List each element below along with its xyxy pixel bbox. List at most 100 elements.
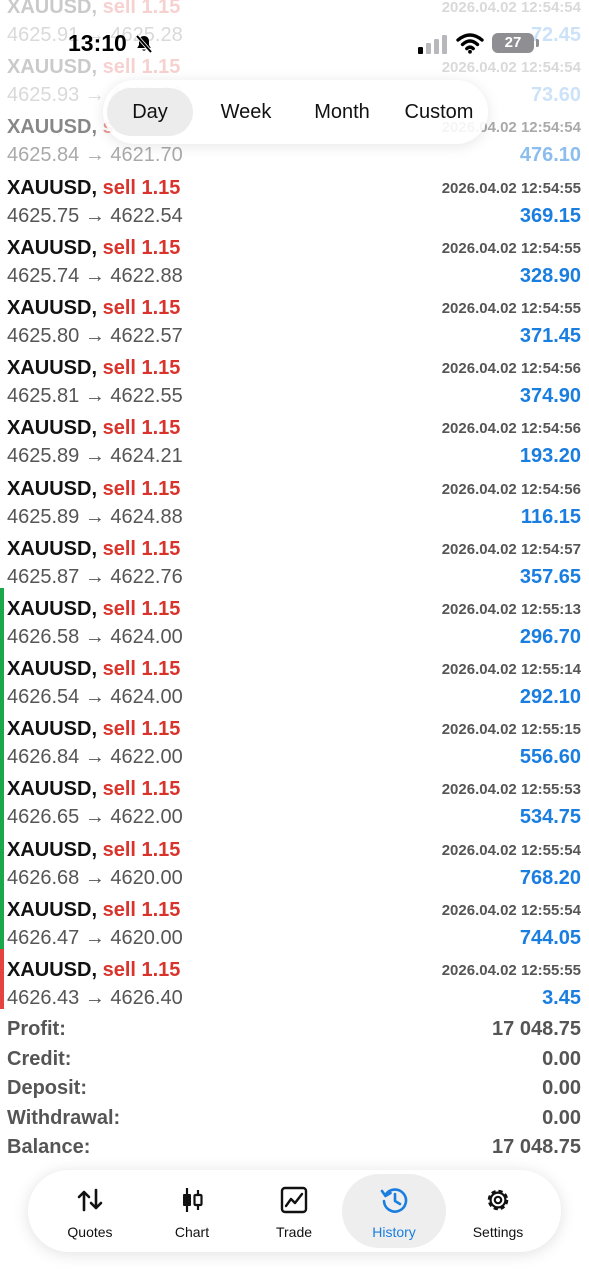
deal-symbol: XAUUSD, <box>7 116 98 139</box>
deal-status-marker <box>0 468 4 528</box>
cellular-signal-icon <box>418 35 447 54</box>
deal-time: 2026.04.02 12:54:56 <box>441 360 581 378</box>
deal-symbol: XAUUSD, <box>7 838 98 861</box>
candlestick-icon <box>183 1188 203 1212</box>
deal-prices: 4626.47 → 4620.00 <box>7 926 183 949</box>
deal-time: 2026.04.02 12:54:57 <box>441 540 581 558</box>
summary-balance-value: 17 048.75 <box>492 1136 581 1159</box>
deal-prices: 4626.68 → 4620.00 <box>7 866 183 889</box>
deal-row[interactable]: XAUUSD, sell 1.15 4626.47 → 4620.00 2026… <box>0 888 589 949</box>
deal-row[interactable]: XAUUSD, sell 1.15 4625.87 → 4622.76 2026… <box>0 528 589 588</box>
summary-withdrawal-value: 0.00 <box>542 1106 581 1129</box>
bell-muted-icon <box>135 34 153 54</box>
deal-side-volume: sell 1.15 <box>102 778 181 801</box>
deal-side-volume: sell 1.15 <box>102 718 181 741</box>
deal-row[interactable]: XAUUSD, sell 1.15 4625.81 → 4622.55 2026… <box>0 347 589 407</box>
deal-row[interactable]: XAUUSD, sell 1.15 4626.58 → 4624.00 2026… <box>0 587 589 649</box>
deal-row[interactable]: XAUUSD, sell 1.15 4626.65 → 4622.00 2026… <box>0 768 589 829</box>
summary-balance: Balance: 17 048.75 <box>0 1134 589 1164</box>
period-week[interactable]: Week <box>199 88 293 136</box>
deal-status-marker <box>0 888 4 949</box>
deal-time: 2026.04.02 12:55:55 <box>441 962 581 979</box>
deal-side-volume: sell 1.15 <box>102 296 181 319</box>
deal-side-volume: sell 1.15 <box>102 838 181 861</box>
tab-trade[interactable]: Trade <box>242 1174 346 1248</box>
summary-deposit-label: Deposit: <box>7 1077 87 1100</box>
summary-profit: Profit: 17 048.75 <box>0 1016 589 1046</box>
deal-status-marker <box>0 708 4 769</box>
deal-symbol: XAUUSD, <box>7 778 98 801</box>
deal-time: 2026.04.02 12:54:55 <box>441 239 581 257</box>
deal-row[interactable]: XAUUSD, sell 1.15 4626.68 → 4620.00 2026… <box>0 828 589 889</box>
tab-chart[interactable]: Chart <box>140 1174 244 1248</box>
deal-status-marker <box>0 227 4 287</box>
battery-cap <box>536 39 539 47</box>
tab-settings[interactable]: Settings <box>446 1174 550 1248</box>
deal-time: 2026.04.02 12:54:56 <box>441 420 581 438</box>
deal-row[interactable]: XAUUSD, sell 1.15 4626.54 → 4624.00 2026… <box>0 648 589 709</box>
battery-icon: 27 <box>492 33 534 53</box>
deal-time: 2026.04.02 12:54:55 <box>441 179 581 197</box>
deal-row[interactable]: XAUUSD, sell 1.15 4626.43 → 4626.40 2026… <box>0 949 589 1010</box>
deal-prices: 4625.89 → 4624.21 <box>7 445 183 468</box>
deal-time: 2026.04.02 12:55:54 <box>441 841 581 859</box>
deal-row[interactable]: XAUUSD, sell 1.15 4625.80 → 4622.57 2026… <box>0 287 589 347</box>
deal-profit: 744.05 <box>519 926 581 949</box>
deal-row[interactable]: XAUUSD, sell 1.15 4625.89 → 4624.88 2026… <box>0 468 589 528</box>
tab-label: Quotes <box>67 1224 113 1240</box>
deal-profit: 371.45 <box>519 324 581 347</box>
summary-deposit-value: 0.00 <box>542 1077 581 1100</box>
deal-status-marker <box>0 106 4 166</box>
deal-profit: 374.90 <box>519 385 581 408</box>
deals-list[interactable]: XAUUSD, sell 1.15 4625.91 → 4625.28 2026… <box>0 0 589 1010</box>
period-custom[interactable]: Custom <box>391 88 487 136</box>
deal-symbol: XAUUSD, <box>7 718 98 741</box>
summary-profit-label: Profit: <box>7 1018 66 1040</box>
period-day[interactable]: Day <box>107 88 193 136</box>
deal-status-marker <box>0 587 4 649</box>
tab-history[interactable]: History <box>342 1174 446 1248</box>
deal-profit: 357.65 <box>519 565 581 588</box>
period-month[interactable]: Month <box>295 88 389 136</box>
deal-side-volume: sell 1.15 <box>102 537 181 560</box>
gear-icon <box>487 1189 509 1211</box>
deal-profit: 369.15 <box>519 204 581 227</box>
period-selector[interactable]: Day Week Month Custom <box>103 80 488 144</box>
deal-prices: 4626.54 → 4624.00 <box>7 686 183 709</box>
deal-prices: 4625.89 → 4624.88 <box>7 505 183 528</box>
tab-label: Chart <box>174 1224 210 1240</box>
deal-profit: 328.90 <box>519 264 581 287</box>
deal-side-volume: sell 1.15 <box>102 357 181 380</box>
deal-row[interactable]: XAUUSD, sell 1.15 4625.75 → 4622.54 2026… <box>0 167 589 227</box>
deal-profit: 768.20 <box>519 866 581 889</box>
deal-status-marker <box>0 828 4 889</box>
deal-row[interactable]: XAUUSD, sell 1.15 4625.89 → 4624.21 2026… <box>0 407 589 467</box>
deal-side-volume: sell 1.15 <box>102 898 181 921</box>
summary-withdrawal: Withdrawal: 0.00 <box>0 1105 589 1135</box>
deal-time: 2026.04.02 12:55:15 <box>441 721 581 739</box>
deal-prices: 4626.58 → 4624.00 <box>7 625 183 648</box>
tab-label: Trade <box>275 1224 313 1240</box>
deal-prices: 4625.75 → 4622.54 <box>7 204 183 227</box>
tab-quotes[interactable]: Quotes <box>38 1174 142 1248</box>
deal-symbol: XAUUSD, <box>7 417 98 440</box>
account-summary: Profit: 17 048.75 Credit: 0.00 Deposit: 0.00 W… <box>0 1016 589 1164</box>
deal-status-marker <box>0 768 4 829</box>
deal-status-marker <box>0 648 4 709</box>
deal-symbol: XAUUSD, <box>7 176 98 199</box>
summary-credit: Credit: 0.00 <box>0 1046 589 1076</box>
deal-row[interactable]: XAUUSD, sell 1.15 4625.74 → 4622.88 2026… <box>0 227 589 287</box>
deal-profit: 534.75 <box>519 806 581 829</box>
deal-time: 2026.04.02 12:55:53 <box>441 781 581 799</box>
deal-row[interactable]: XAUUSD, sell 1.15 4626.84 → 4622.00 2026… <box>0 708 589 769</box>
summary-balance-label: Balance: <box>7 1136 91 1159</box>
status-bar: 13:10 27 <box>0 28 589 62</box>
deal-symbol: XAUUSD, <box>7 477 98 500</box>
deal-status-marker <box>0 287 4 347</box>
trade-chart-icon <box>280 1186 308 1214</box>
deal-side-volume: sell 1.15 <box>102 417 181 440</box>
deal-symbol: XAUUSD, <box>7 898 98 921</box>
summary-credit-value: 0.00 <box>542 1047 581 1070</box>
deal-prices: 4626.43 → 4626.40 <box>7 987 183 1009</box>
deal-status-marker <box>0 167 4 227</box>
